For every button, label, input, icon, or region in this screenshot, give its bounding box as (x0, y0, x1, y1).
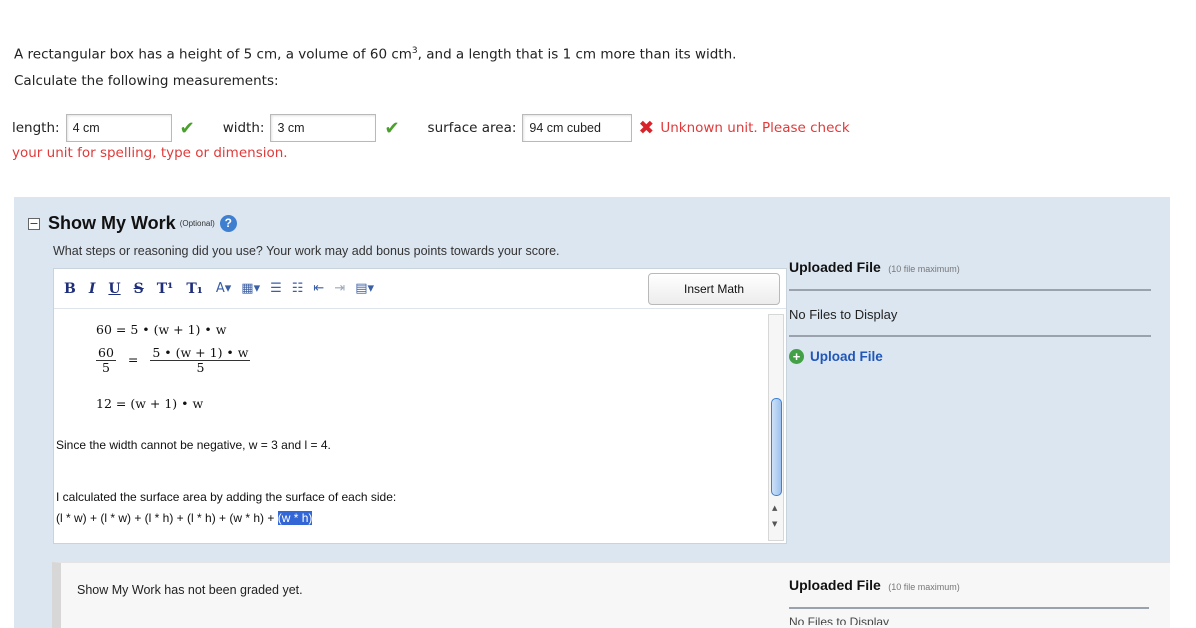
equation-line-1: 60 = 5 • (w + 1) • w (96, 322, 227, 337)
underline-button[interactable]: U (108, 281, 120, 297)
italic-button[interactable]: I (89, 281, 96, 297)
question-line-2: Calculate the following measurements: (14, 72, 279, 89)
text-color-icon[interactable]: A▾ (216, 281, 231, 296)
outdent-icon[interactable]: ⇤ (313, 281, 324, 296)
show-my-work-panel: − Show My Work (Optional) ? What steps o… (14, 197, 1170, 628)
unit-error-message: Unknown unit. Please check (660, 120, 850, 136)
question-text: A rectangular box has a height of 5 cm, … (14, 38, 736, 94)
insert-math-button[interactable]: Insert Math (648, 273, 780, 305)
uploaded-file-title: Uploaded File (789, 577, 881, 593)
show-my-work-title: Show My Work (48, 213, 176, 233)
editor-text-2: I calculated the surface area by adding … (56, 490, 397, 504)
collapse-toggle-icon[interactable]: − (28, 217, 40, 230)
file-max-note: (10 file maximum) (888, 582, 960, 592)
correct-check-icon: ✔ (384, 117, 400, 139)
divider (789, 289, 1151, 291)
scroll-down-arrow-icon[interactable]: ▼ (772, 520, 777, 528)
editor-text-1: Since the width cannot be negative, w = … (56, 438, 331, 452)
divider (789, 607, 1149, 609)
graded-uploaded-files: Uploaded File (10 file maximum) No Files… (789, 577, 1149, 625)
editor-scrollbar[interactable]: ▲ ▼ (768, 314, 784, 541)
unit-error-message-cont: your unit for spelling, type or dimensio… (12, 145, 288, 161)
graded-status-panel: Show My Work has not been graded yet. Up… (52, 562, 1170, 628)
correct-check-icon: ✔ (179, 117, 195, 139)
no-files-text: No Files to Display (789, 615, 890, 625)
graded-status-text: Show My Work has not been graded yet. (77, 583, 303, 597)
scroll-up-arrow-icon[interactable]: ▲ (772, 504, 777, 512)
editor-content[interactable]: 60 = 5 • (w + 1) • w 60 5 = 5 • (w + 1) •… (54, 310, 766, 543)
selected-text: (w * h) (277, 511, 313, 525)
optional-tag: (Optional) (179, 219, 215, 228)
scrollbar-thumb[interactable] (771, 398, 782, 496)
uploaded-file-title: Uploaded File (789, 259, 881, 275)
indent-icon[interactable]: ⇥ (334, 281, 345, 296)
show-my-work-subtitle: What steps or reasoning did you use? You… (53, 244, 560, 258)
subscript-button[interactable]: T₁ (186, 281, 203, 297)
surface-area-label: surface area: (427, 120, 517, 136)
width-label: width: (222, 120, 265, 136)
highlight-color-icon[interactable]: ▦▾ (241, 281, 260, 296)
width-input[interactable] (270, 114, 377, 142)
show-my-work-header: − Show My Work (Optional) ? (28, 213, 237, 234)
incorrect-x-icon: ✖ (638, 117, 655, 139)
work-editor[interactable]: B I U S T¹ T₁ A▾ ▦▾ ☰ ☷ ⇤ ⇥ ▤▾ Insert Ma… (53, 268, 787, 544)
unordered-list-icon[interactable]: ☷ (292, 281, 304, 296)
upload-file-link[interactable]: + Upload File (789, 349, 1151, 364)
bold-button[interactable]: B (64, 281, 76, 297)
file-max-note: (10 file maximum) (888, 264, 960, 274)
table-icon[interactable]: ▤▾ (355, 281, 374, 296)
equation-line-3: 12 = (w + 1) • w (96, 396, 204, 411)
add-icon: + (789, 349, 804, 364)
surface-area-input[interactable] (522, 114, 633, 142)
no-files-text: No Files to Display (789, 307, 898, 322)
divider (789, 335, 1151, 337)
length-input[interactable] (65, 114, 172, 142)
question-line-1: A rectangular box has a height of 5 cm, … (14, 46, 737, 63)
ordered-list-icon[interactable]: ☰ (270, 281, 282, 296)
strikethrough-button[interactable]: S (134, 281, 144, 297)
help-icon[interactable]: ? (219, 215, 237, 232)
equation-line-2: 60 5 = 5 • (w + 1) • w5 (96, 345, 251, 375)
superscript-button[interactable]: T¹ (157, 281, 174, 297)
answer-fields: length: ✔ width: ✔ surface area: ✖ Unkno… (12, 113, 1112, 161)
uploaded-files-section: Uploaded File (10 file maximum) No Files… (789, 259, 1151, 364)
editor-toolbar: B I U S T¹ T₁ A▾ ▦▾ ☰ ☷ ⇤ ⇥ ▤▾ Insert Ma… (54, 269, 786, 309)
editor-text-3: (l * w) + (l * w) + (l * h) + (l * h) + … (56, 511, 313, 525)
length-label: length: (12, 120, 60, 136)
